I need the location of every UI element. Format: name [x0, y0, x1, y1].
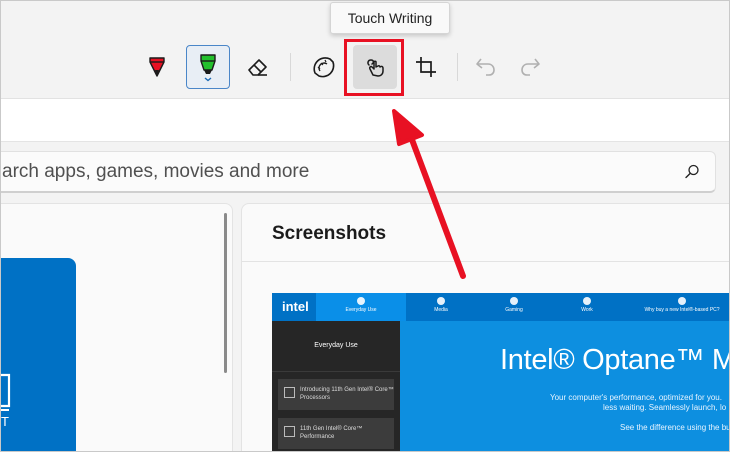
- crop-icon: [416, 57, 436, 77]
- thumbnail-card: 11th Gen Intel® Core™ Performance: [278, 418, 394, 449]
- thumbnail-text: See the difference using the bu: [620, 423, 730, 432]
- intel-logo: intel: [282, 299, 309, 314]
- thumbnail-sidebar: Everyday Use Introducing 11th Gen Intel®…: [272, 321, 400, 451]
- ruler-button[interactable]: [302, 45, 346, 89]
- toolbar-separator: [290, 53, 291, 81]
- tooltip: Touch Writing: [330, 2, 450, 34]
- thumbnail-side-heading: Everyday Use: [272, 321, 400, 372]
- screenshot-thumbnail[interactable]: intel Everyday Use Media Gaming Work Why…: [272, 293, 730, 451]
- redo-icon: [521, 58, 540, 76]
- thumbnail-tab: Everyday Use: [316, 293, 406, 321]
- thumbnail-nav: intel Everyday Use Media Gaming Work Why…: [272, 293, 729, 321]
- scrollbar-thumb[interactable]: [224, 213, 227, 373]
- thumbnail-text: Your computer's performance, optimized f…: [550, 393, 722, 402]
- protractor-icon: [313, 57, 335, 78]
- search-box[interactable]: arch apps, games, movies and more: [1, 151, 716, 193]
- thumbnail-text: less waiting. Seamlessly launch, lo: [603, 403, 727, 412]
- ballpoint-pen-button[interactable]: [135, 45, 179, 89]
- search-icon[interactable]: [683, 163, 701, 181]
- thumbnail-card: Introducing 11th Gen Intel® Core™ Proces…: [278, 379, 394, 410]
- eraser-icon: [248, 59, 267, 76]
- section-title: Screenshots: [272, 223, 387, 244]
- search-input[interactable]: arch apps, games, movies and more: [2, 152, 309, 192]
- pen-icon: [149, 57, 165, 77]
- thumbnail-headline: Intel® Optane™ Mem: [500, 344, 729, 376]
- thumbnail-main: Intel® Optane™ Mem Your computer's perfo…: [400, 321, 730, 451]
- highlighter-icon: [200, 54, 216, 82]
- highlight-box: [344, 39, 404, 96]
- highlighter-button[interactable]: [186, 45, 230, 89]
- eraser-button[interactable]: [236, 45, 280, 89]
- window: Touch Writing arch apps, games, movies a…: [0, 0, 730, 452]
- divider: [242, 261, 729, 262]
- crop-button[interactable]: [404, 45, 448, 89]
- toolbar-separator: [457, 53, 458, 81]
- undo-icon: [476, 58, 495, 76]
- address-bar-area: [1, 99, 729, 142]
- app-logo-letter: T: [1, 414, 9, 429]
- thumbnail-tab: Gaming: [476, 293, 552, 321]
- app-logo-fragment: [1, 373, 11, 411]
- thumbnail-tab: Work: [552, 293, 622, 321]
- app-icon-tile: T: [1, 258, 76, 451]
- redo-button[interactable]: [508, 45, 552, 89]
- undo-button[interactable]: [464, 45, 508, 89]
- thumbnail-tab: Why buy a new Intel®-based PC?: [622, 293, 729, 321]
- thumbnail-tab: Media: [406, 293, 476, 321]
